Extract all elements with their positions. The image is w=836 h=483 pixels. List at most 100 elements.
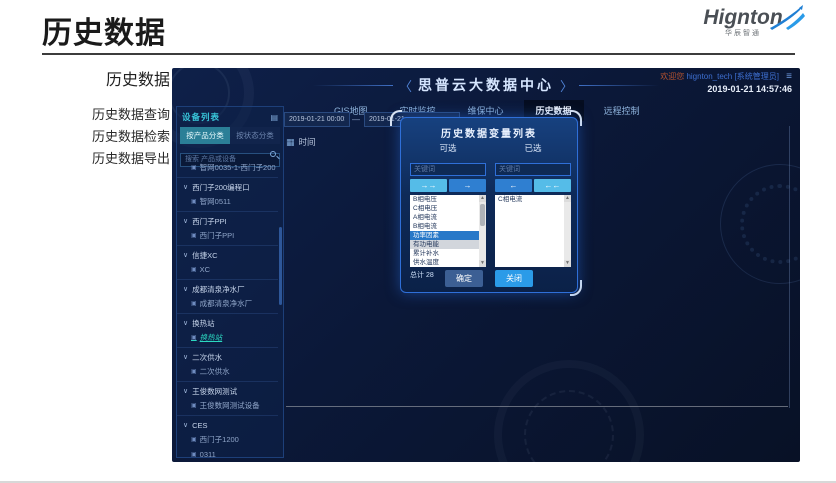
tree-item-label: 智网0511 bbox=[200, 196, 231, 207]
chevron-down-icon: ∨ bbox=[183, 285, 188, 293]
variable-list-item[interactable]: C相电压 bbox=[410, 204, 486, 213]
tree-item[interactable]: ∨ 西门子200编程口 bbox=[177, 177, 278, 194]
selected-list-scrollbar[interactable]: ▲ ▼ bbox=[564, 195, 571, 267]
tree-item[interactable]: ▣西门子PPI bbox=[177, 228, 278, 243]
sidebar-item-export[interactable]: 历史数据导出 bbox=[40, 148, 170, 170]
sidebar-item-search[interactable]: 历史数据检索 bbox=[40, 126, 170, 148]
sidebar-menu: 历史数据查询 历史数据检索 历史数据导出 bbox=[40, 104, 170, 170]
tree-item[interactable]: ∨ 二次供水 bbox=[177, 347, 278, 364]
tree-item[interactable]: ∨ 成都清泉净水厂 bbox=[177, 279, 278, 296]
tree-item[interactable]: ▣换热站 bbox=[177, 330, 278, 345]
sidebar-item-query[interactable]: 历史数据查询 bbox=[40, 104, 170, 126]
tree-item-label: 二次供水 bbox=[200, 366, 230, 377]
close-button[interactable]: 关闭 bbox=[495, 270, 533, 287]
available-label: 可选 bbox=[410, 142, 486, 154]
tree-item-label: 二次供水 bbox=[192, 352, 222, 363]
tree-item[interactable]: ∨ 换热站 bbox=[177, 313, 278, 330]
tree-item-label: 西门子200编程口 bbox=[192, 182, 250, 193]
scroll-thumb[interactable] bbox=[480, 204, 485, 226]
tree-item[interactable]: ▣王俊数网测试设备 bbox=[177, 398, 278, 413]
scroll-down-icon[interactable]: ▼ bbox=[479, 260, 486, 267]
modal-buttons: 确定 关闭 bbox=[401, 270, 577, 287]
scroll-up-icon[interactable]: ▲ bbox=[564, 195, 571, 202]
tree-item[interactable]: ▣0311 bbox=[177, 447, 278, 457]
main-scrollbar[interactable] bbox=[789, 126, 790, 408]
modal-title: 历史数据变量列表 bbox=[401, 125, 577, 140]
tree-item-label: 0311 bbox=[200, 450, 216, 457]
panel-collapse-icon[interactable]: ▤ bbox=[270, 113, 278, 122]
tree-item[interactable]: ∨ CES bbox=[177, 415, 278, 432]
move-one-right-button[interactable]: → bbox=[449, 179, 486, 192]
chevron-down-icon: ∨ bbox=[183, 319, 188, 327]
device-panel-tab[interactable]: 按产品分类 bbox=[180, 127, 230, 144]
decor-circle bbox=[494, 360, 644, 462]
selected-list: C相电流 ▲ ▼ bbox=[495, 195, 571, 267]
decor-circle bbox=[720, 164, 800, 284]
tree-item-label: 成都清泉净水厂 bbox=[192, 284, 245, 295]
search-icon bbox=[270, 151, 276, 157]
device-list-panel: 设备列表 ▤ 按产品分类按状态分类 ▣智网0035-1-西门子200∨西门子20… bbox=[176, 106, 284, 458]
nav-tab[interactable]: 远程控制 bbox=[592, 100, 652, 121]
device-icon: ▣ bbox=[191, 300, 197, 307]
device-icon: ▣ bbox=[191, 232, 197, 239]
dashboard-title: 思普云大数据中心 bbox=[418, 75, 554, 95]
device-panel-tabs: 按产品分类按状态分类 bbox=[180, 127, 280, 144]
username-text[interactable]: hignton_tech [系统管理员] bbox=[686, 72, 778, 81]
date-from-input[interactable] bbox=[284, 112, 350, 127]
menu-icon[interactable]: ≡ bbox=[786, 71, 792, 82]
title-divider bbox=[42, 53, 795, 55]
variable-list-item[interactable]: B相电流 bbox=[410, 222, 486, 231]
device-panel-tab[interactable]: 按状态分类 bbox=[230, 127, 280, 144]
available-search-input[interactable] bbox=[410, 163, 486, 176]
user-block: 欢迎您 hignton_tech [系统管理员] ≡ 2019-01-21 14… bbox=[660, 71, 792, 94]
tree-item[interactable]: ∨信捷XC bbox=[177, 245, 278, 262]
tree-item-label: 换热站 bbox=[192, 318, 215, 329]
tree-item[interactable]: ▣成都清泉净水厂 bbox=[177, 296, 278, 311]
chevron-down-icon: ∨ bbox=[183, 251, 188, 259]
confirm-button[interactable]: 确定 bbox=[445, 270, 483, 287]
tree-item[interactable]: ▣XC bbox=[177, 262, 278, 277]
variable-list-item[interactable]: 有功电能 bbox=[410, 240, 486, 249]
tree-item-label: 西门子PPI bbox=[192, 216, 227, 227]
sidebar-heading: 历史数据 bbox=[40, 66, 170, 90]
dashboard-header: 〈 思普云大数据中心 〉 欢迎您 hignton_tech [系统管理员] ≡ … bbox=[172, 68, 800, 102]
tree-item[interactable]: ▣西门子1200 bbox=[177, 432, 278, 447]
tree-item-label: 王俊数网测试设备 bbox=[200, 400, 260, 411]
chevron-down-icon: ∨ bbox=[183, 183, 188, 191]
move-all-left-button[interactable]: ←← bbox=[534, 179, 571, 192]
selected-search-input[interactable] bbox=[495, 163, 571, 176]
move-one-left-button[interactable]: ← bbox=[495, 179, 532, 192]
variable-list-item[interactable]: A相电流 bbox=[410, 213, 486, 222]
deer-swoosh-icon bbox=[766, 4, 808, 39]
scroll-down-icon[interactable]: ▼ bbox=[564, 260, 571, 267]
tree-item[interactable]: ∨ 西门子PPI bbox=[177, 211, 278, 228]
device-icon: ▣ bbox=[191, 402, 197, 409]
chevron-down-icon: ∨ bbox=[183, 353, 188, 361]
chevron-down-icon: ∨ bbox=[183, 217, 188, 225]
device-icon: ▣ bbox=[191, 198, 197, 205]
tree-item[interactable]: ▣智网0511 bbox=[177, 194, 278, 209]
available-list-scrollbar[interactable]: ▲ ▼ bbox=[479, 195, 486, 267]
title-line-right bbox=[579, 85, 659, 86]
device-icon: ▣ bbox=[191, 334, 197, 341]
tree-item-label: 西门子1200 bbox=[200, 434, 239, 445]
variable-list-item[interactable]: 功率因素 bbox=[410, 231, 486, 240]
variable-list-item[interactable]: C相电流 bbox=[495, 195, 571, 204]
variable-list-item[interactable]: 累计补水 bbox=[410, 249, 486, 258]
decor-circle bbox=[524, 390, 614, 462]
chevron-down-icon: ∨ bbox=[183, 421, 188, 429]
tree-item-label: CES bbox=[192, 421, 207, 430]
tree-item-label: XC bbox=[200, 265, 210, 274]
panel-scrollbar[interactable] bbox=[279, 227, 282, 305]
scroll-up-icon[interactable]: ▲ bbox=[479, 195, 486, 202]
tree-item[interactable]: ▣智网0035-1-西门子200 bbox=[177, 160, 278, 175]
variable-list-item[interactable]: 供水温度 bbox=[410, 258, 486, 267]
variable-list-item[interactable]: B相电压 bbox=[410, 195, 486, 204]
move-all-right-button[interactable]: →→ bbox=[410, 179, 447, 192]
tree-item[interactable]: ▣二次供水 bbox=[177, 364, 278, 379]
tree-item-label: 智网0035-1-西门子200 bbox=[200, 162, 276, 173]
tree-item[interactable]: ∨王俊数网测试 bbox=[177, 381, 278, 398]
device-icon: ▣ bbox=[191, 368, 197, 375]
dashboard-screenshot: 〈 思普云大数据中心 〉 欢迎您 hignton_tech [系统管理员] ≡ … bbox=[172, 68, 800, 462]
device-icon: ▣ bbox=[191, 436, 197, 443]
